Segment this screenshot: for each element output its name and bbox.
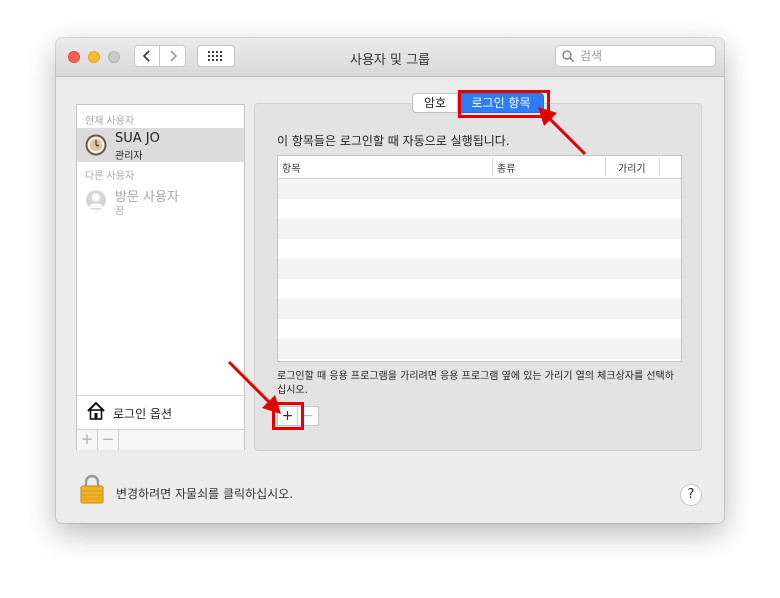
user-list-sidebar: 현재 사용자 SUA JO 관리자 다른 사용자 방문 사용자 끔 로그인 옵션… — [76, 104, 245, 450]
column-header-hide[interactable]: 가리기 — [618, 160, 646, 175]
table-row — [278, 239, 681, 259]
column-divider — [659, 158, 660, 176]
guest-avatar-icon — [86, 190, 106, 210]
table-row — [278, 219, 681, 239]
table-row — [278, 199, 681, 219]
column-divider — [492, 158, 493, 176]
login-items-table[interactable]: 항목 종류 가리기 — [277, 155, 682, 362]
table-row — [278, 179, 681, 199]
table-row — [278, 259, 681, 279]
guest-user-status: 끔 — [115, 206, 125, 217]
remove-user-button[interactable]: − — [98, 430, 119, 450]
table-header: 항목 종류 가리기 — [278, 156, 681, 179]
table-row — [278, 319, 681, 339]
login-options-label: 로그인 옵션 — [113, 407, 173, 421]
user-avatar-icon — [85, 134, 107, 156]
house-icon — [87, 401, 105, 420]
user-row-guest[interactable]: 방문 사용자 끔 — [77, 183, 244, 217]
current-user-name: SUA JO — [115, 131, 160, 146]
column-header-kind[interactable]: 종류 — [497, 160, 515, 175]
column-header-item[interactable]: 항목 — [282, 160, 300, 175]
search-input[interactable] — [578, 48, 712, 64]
other-users-section-label: 다른 사용자 — [85, 171, 135, 182]
login-items-panel: 이 항목들은 로그인할 때 자동으로 실행됩니다. 항목 종류 가리기 로그인할… — [254, 103, 702, 451]
lock-icon[interactable] — [80, 474, 104, 504]
search-field[interactable] — [555, 45, 716, 67]
hide-column-hint: 로그인할 때 응용 프로그램을 가리려면 응용 프로그램 옆에 있는 가리기 열… — [277, 371, 674, 396]
table-row — [278, 279, 681, 299]
user-row-current[interactable]: SUA JO 관리자 — [77, 128, 244, 162]
titlebar: 사용자 및 그룹 — [56, 38, 724, 77]
arrow-to-add-button-icon — [227, 360, 281, 414]
current-user-role: 관리자 — [115, 151, 143, 162]
system-preferences-window: 사용자 및 그룹 현재 사용자 SUA JO 관리자 다른 사용자 — [56, 38, 724, 523]
login-items-intro: 이 항목들은 로그인할 때 자동으로 실행됩니다. — [277, 134, 510, 148]
sidebar-action-bar: + − — [77, 429, 244, 450]
table-row — [278, 299, 681, 319]
arrow-to-tab-icon — [538, 107, 587, 156]
tab-password[interactable]: 암호 — [412, 93, 458, 113]
help-button[interactable]: ? — [680, 484, 702, 506]
current-user-section-label: 현재 사용자 — [85, 116, 135, 127]
search-icon — [562, 50, 574, 62]
lock-instruction-text: 변경하려면 자물쇠를 클릭하십시오. — [116, 487, 294, 501]
column-divider — [605, 158, 606, 176]
guest-user-name: 방문 사용자 — [115, 190, 179, 205]
login-options-item[interactable]: 로그인 옵션 — [77, 395, 244, 430]
table-row — [278, 339, 681, 359]
add-user-button[interactable]: + — [77, 430, 98, 450]
